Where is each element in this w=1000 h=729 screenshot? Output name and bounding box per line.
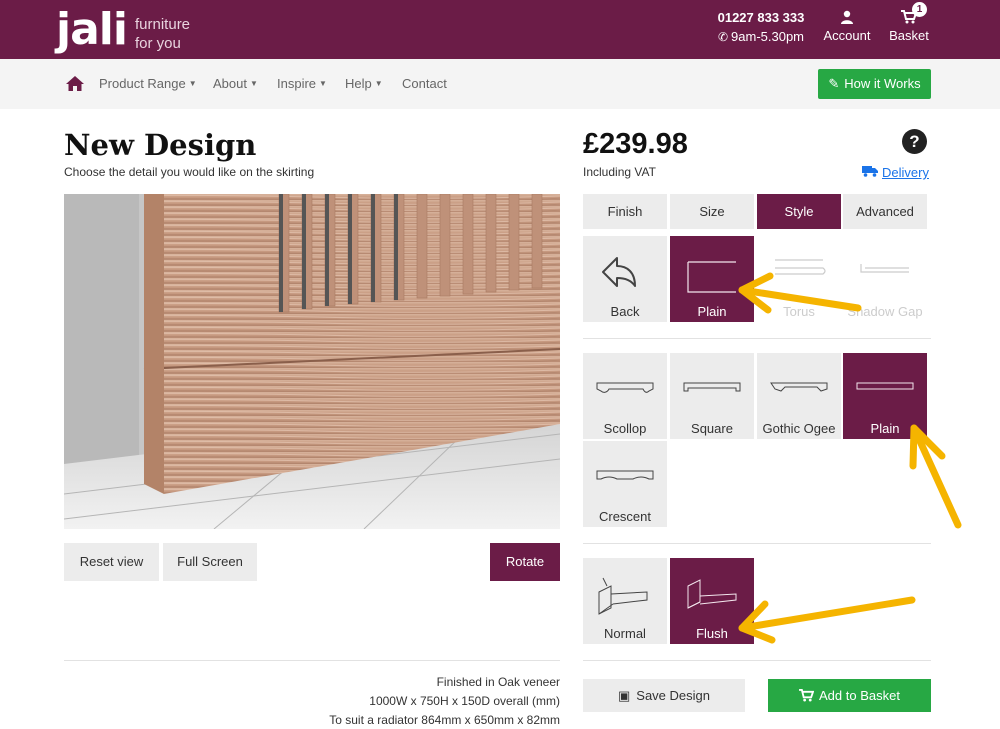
- gothic-ogee-profile-icon: [770, 382, 828, 392]
- scollop-profile-icon: [596, 382, 654, 393]
- nav-help[interactable]: Help ▼: [345, 76, 383, 91]
- account-button[interactable]: Account: [820, 8, 874, 43]
- divider: [583, 338, 931, 339]
- add-to-basket-button[interactable]: Add to Basket: [768, 679, 931, 712]
- chevron-down-icon: ▼: [188, 79, 197, 88]
- how-it-works-button[interactable]: ✎ How it Works: [818, 69, 931, 99]
- nav-contact-label: Contact: [402, 76, 447, 91]
- option-label: Plain: [870, 421, 900, 436]
- chevron-down-icon: ▼: [374, 79, 383, 88]
- hours-text: 9am-5.30pm: [731, 29, 805, 44]
- option-label: Plain: [697, 304, 727, 319]
- option-fitting-normal[interactable]: Normal: [583, 558, 667, 644]
- page-subtitle: Choose the detail you would like on the …: [64, 165, 315, 179]
- normal-fitting-icon: [598, 577, 648, 615]
- spec-size: 1000W x 750H x 150D overall (mm): [369, 694, 560, 708]
- account-label: Account: [823, 28, 871, 43]
- option-profile-plain[interactable]: Plain: [843, 353, 927, 439]
- option-label: Shadow Gap: [847, 304, 923, 319]
- option-skirting-plain[interactable]: Plain: [670, 236, 754, 322]
- annotation-arrow: [910, 424, 962, 529]
- opening-hours: ✆ 9am-5.30pm: [716, 29, 806, 44]
- option-profile-scollop[interactable]: Scollop: [583, 353, 667, 439]
- page-title: New Design: [64, 128, 257, 162]
- crescent-profile-icon: [596, 470, 654, 480]
- option-label: Torus: [783, 304, 815, 319]
- reset-view-button[interactable]: Reset view: [64, 543, 159, 581]
- divider: [64, 660, 560, 661]
- annotation-arrow: [738, 596, 916, 632]
- option-label: Back: [610, 304, 640, 319]
- spec-radiator: To suit a radiator 864mm x 650mm x 82mm: [329, 713, 560, 727]
- nav-inspire-label: Inspire: [277, 76, 317, 91]
- radiator-cover-render: [64, 194, 560, 529]
- price: £239.98: [583, 128, 688, 160]
- basket-count-badge: 1: [912, 2, 927, 17]
- logo-tagline-line-1: furniture: [135, 16, 191, 33]
- option-label: Crescent: [598, 509, 652, 524]
- flush-fitting-icon: [687, 579, 737, 609]
- product-3d-preview[interactable]: [64, 194, 560, 529]
- option-back[interactable]: Back: [583, 236, 667, 322]
- delivery-label: Delivery: [882, 165, 929, 180]
- truck-icon: [862, 165, 878, 180]
- home-icon[interactable]: [66, 76, 84, 91]
- plain-profile-icon: [856, 382, 914, 390]
- nav-inspire[interactable]: Inspire ▼: [277, 76, 327, 91]
- vat-note: Including VAT: [583, 165, 656, 179]
- back-arrow-icon: [602, 257, 636, 287]
- save-icon: ▣: [617, 688, 631, 703]
- option-fitting-flush[interactable]: Flush: [670, 558, 754, 644]
- option-label: Flush: [696, 626, 728, 641]
- spec-finish: Finished in Oak veneer: [436, 675, 560, 689]
- option-label: Square: [691, 421, 733, 436]
- chevron-down-icon: ▼: [319, 79, 327, 88]
- nav-product-range[interactable]: Product Range ▼: [99, 76, 197, 91]
- option-profile-gothic-ogee[interactable]: Gothic Ogee: [757, 353, 841, 439]
- tab-size[interactable]: Size: [670, 194, 754, 229]
- chevron-down-icon: ▼: [249, 79, 258, 88]
- option-skirting-torus[interactable]: Torus: [757, 236, 841, 322]
- help-icon[interactable]: ?: [902, 129, 927, 154]
- phone-number[interactable]: 01227 833 333: [716, 10, 806, 25]
- shadow-gap-skirting-icon: [860, 264, 909, 273]
- option-label: Gothic Ogee: [762, 421, 836, 436]
- divider: [583, 660, 931, 661]
- magic-wand-icon: ✎: [828, 76, 840, 91]
- rotate-button[interactable]: Rotate: [490, 543, 560, 581]
- logo-tagline: furniture for you: [135, 15, 190, 53]
- how-it-works-label: How it Works: [844, 76, 921, 91]
- tab-style[interactable]: Style: [757, 194, 841, 229]
- nav-about-label: About: [213, 76, 247, 91]
- delivery-link[interactable]: Delivery: [862, 165, 929, 180]
- divider: [583, 543, 931, 544]
- nav-about[interactable]: About ▼: [213, 76, 258, 91]
- nav-contact[interactable]: Contact: [402, 76, 447, 91]
- option-skirting-shadow-gap[interactable]: Shadow Gap: [843, 236, 927, 322]
- option-profile-square[interactable]: Square: [670, 353, 754, 439]
- save-design-label: Save Design: [636, 688, 710, 703]
- cart-icon: [799, 689, 815, 702]
- phone-icon: ✆: [717, 30, 729, 44]
- option-profile-crescent[interactable]: Crescent: [583, 441, 667, 527]
- tab-finish[interactable]: Finish: [583, 194, 667, 229]
- save-design-button[interactable]: ▣ Save Design: [583, 679, 745, 712]
- torus-skirting-icon: [775, 259, 826, 275]
- tab-advanced[interactable]: Advanced: [843, 194, 927, 229]
- nav-help-label: Help: [345, 76, 372, 91]
- basket-label: Basket: [889, 28, 929, 43]
- logo-tagline-line-2: for you: [135, 35, 181, 52]
- add-to-basket-label: Add to Basket: [819, 688, 900, 703]
- top-header: jali furniture for you 01227 833 333 ✆ 9a…: [0, 0, 1000, 59]
- nav-product-range-label: Product Range: [99, 76, 186, 91]
- user-icon: [841, 10, 853, 24]
- option-label: Scollop: [603, 421, 647, 436]
- plain-skirting-icon: [687, 261, 736, 293]
- square-profile-icon: [683, 382, 741, 392]
- option-label: Normal: [604, 626, 646, 641]
- full-screen-button[interactable]: Full Screen: [163, 543, 257, 581]
- logo[interactable]: jali: [56, 4, 128, 55]
